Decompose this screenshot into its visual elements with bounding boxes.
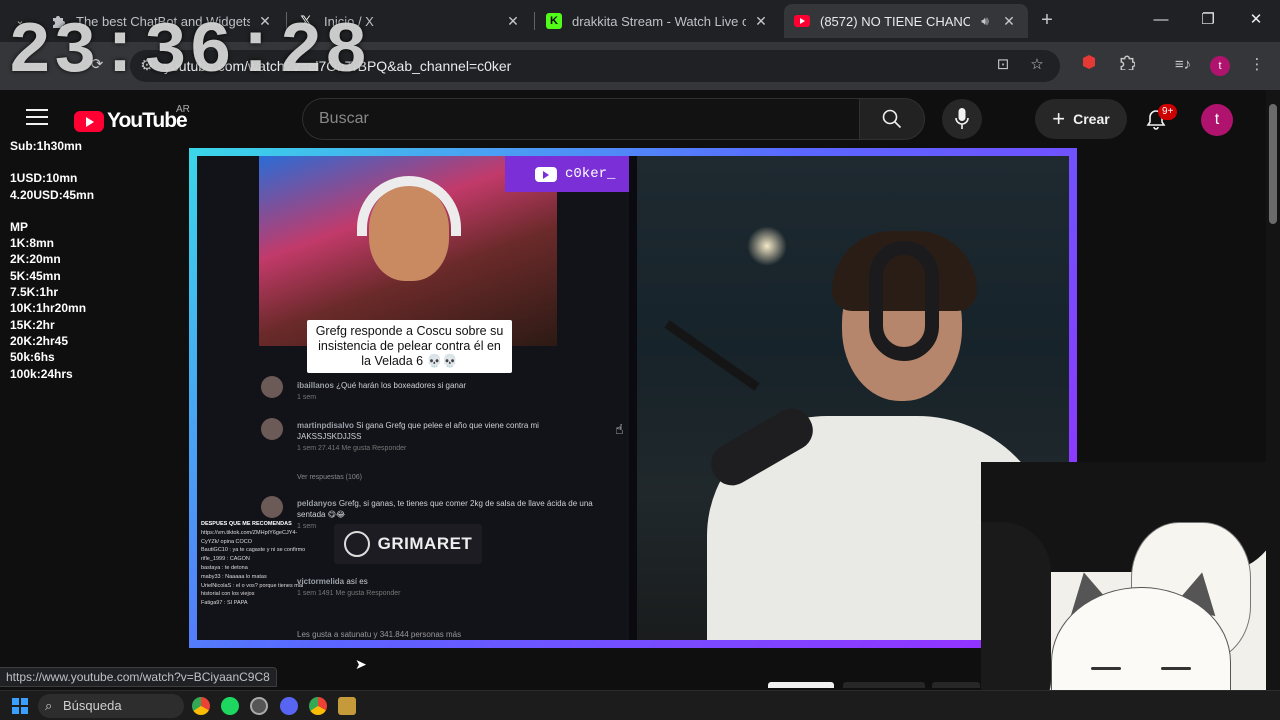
price-line: 4.20USD:45mn [10, 187, 95, 202]
chip-pill[interactable] [768, 682, 834, 688]
grimaret-emblem-icon [343, 531, 370, 557]
channel-badge: c0ker_ [505, 156, 629, 192]
status-bar-url: https://www.youtube.com/watch?v=BCiyaanC… [0, 667, 277, 687]
app-icon[interactable] [338, 697, 356, 715]
clip-caption: Grefg responde a Coscu sobre su insisten… [307, 320, 512, 373]
price-line: 10K:1hr20mn [10, 301, 87, 316]
comment: martinpdisalvo Si gana Grefg que pelee e… [297, 421, 539, 452]
stream-clock-overlay: 23:36:28 [8, 11, 370, 93]
discord-icon[interactable] [280, 697, 298, 715]
chrome-active-icon[interactable] [309, 697, 327, 715]
voice-search-button[interactable] [942, 99, 982, 139]
spotify-icon[interactable] [221, 697, 239, 715]
comment: victormelida así es 1 sem 1491 Me gusta … [297, 577, 401, 597]
youtube-account-avatar[interactable]: t [1201, 104, 1233, 136]
price-line: 20K:2hr45 [10, 333, 69, 348]
price-line: MP [10, 219, 28, 234]
tab-kick[interactable]: K drakkita Stream - Watch Live o ✕ [536, 4, 780, 38]
search-icon: ⌕ [45, 698, 53, 713]
browser-menu-icon[interactable]: ⋮ [1246, 54, 1268, 76]
comment-avatar [261, 376, 283, 398]
speaker-icon[interactable]: 🔊︎ [976, 14, 994, 29]
price-line: 15K:2hr [10, 317, 55, 332]
sponsor-logo: GRIMARET [334, 524, 482, 564]
comment-avatar [261, 418, 283, 440]
youtube-icon [535, 166, 557, 182]
extensions-puzzle-icon[interactable] [1116, 54, 1138, 76]
manga-cat-artwork [981, 462, 1280, 720]
scrollbar-thumb[interactable] [1269, 104, 1277, 224]
price-line: 1USD:10mn [10, 171, 78, 186]
windows-start-icon[interactable] [12, 698, 28, 714]
comment-avatar [261, 496, 283, 518]
install-app-icon[interactable]: ⊡ [992, 54, 1014, 76]
tab-youtube-active[interactable]: (8572) NO TIENE CHANCE 🔊︎ ✕ [784, 4, 1028, 38]
view-replies-link: Ver respuestas (106) [297, 474, 362, 481]
chip-pill[interactable] [932, 682, 980, 688]
screen: ⌄ The best ChatBot and Widgets ✕ 𝕏 Inici… [0, 0, 1280, 720]
youtube-play-icon [74, 110, 104, 132]
close-tab-icon[interactable]: ✕ [504, 13, 522, 30]
price-line: 1K:8mn [10, 236, 55, 251]
notification-count-badge: 9+ [1158, 104, 1178, 120]
search-input[interactable]: Buscar [302, 98, 860, 140]
region-code: AR [176, 104, 190, 115]
price-line: 5K:45mn [10, 268, 61, 283]
video-frame[interactable]: Grefg responde a Coscu sobre su insisten… [197, 156, 1069, 640]
microphone-icon [955, 108, 969, 129]
youtube-icon [794, 13, 810, 29]
extension-red-icon[interactable] [1078, 54, 1100, 76]
price-line: 100k:24hrs [10, 366, 73, 381]
price-line: 2K:20mn [10, 252, 61, 267]
tab-divider [534, 12, 535, 30]
close-tab-icon[interactable]: ✕ [752, 13, 770, 30]
media-controls-icon[interactable]: ≡♪ [1172, 54, 1194, 76]
minimize-icon[interactable]: — [1149, 8, 1173, 32]
arrow-cursor-icon: ➤ [355, 656, 367, 672]
app-icon[interactable] [250, 697, 268, 715]
restore-icon[interactable]: ❐ [1196, 8, 1220, 32]
chrome-icon[interactable] [192, 697, 210, 715]
hamburger-menu-icon[interactable] [26, 109, 48, 127]
comment: ibaillanos ¿Qué harán los boxeadores si … [297, 381, 466, 401]
create-button[interactable]: + Crear [1035, 99, 1127, 139]
close-window-icon[interactable]: ✕ [1244, 8, 1268, 32]
search-icon [882, 109, 902, 129]
new-tab-button[interactable]: + [1036, 10, 1058, 32]
search-button[interactable] [859, 98, 925, 140]
close-tab-icon[interactable]: ✕ [1000, 13, 1018, 30]
likes-line: Les gusta a satunatu y 341.844 personas … [297, 630, 462, 639]
bookmark-star-icon[interactable]: ☆ [1026, 54, 1048, 76]
price-line: Sub:1h30mn [10, 139, 83, 153]
taskbar-search[interactable]: ⌕ Búsqueda [38, 694, 184, 718]
subathon-price-list: Sub:1h30mn 1USD:10mn 4.20USD:45mn MP 1K:… [10, 138, 94, 382]
video-player[interactable]: Grefg responde a Coscu sobre su insisten… [189, 148, 1077, 648]
price-line: 7.5K:1hr [10, 285, 59, 300]
stream-chat-overlay: DESPUES QUE ME RECOMENDAS https://vm.tik… [201, 521, 306, 607]
youtube-header: YouTube AR Buscar + Crear t [0, 90, 1266, 148]
plus-icon: + [1052, 106, 1066, 131]
price-line: 50k:6hs [10, 350, 55, 365]
kick-icon: K [546, 13, 562, 29]
hand-cursor-icon: ☝︎ [615, 421, 624, 437]
page-scrollbar[interactable] [1266, 90, 1280, 690]
chip-pill[interactable] [843, 682, 925, 688]
tiktok-clip-panel: Grefg responde a Coscu sobre su insisten… [197, 156, 629, 640]
windows-taskbar: ⌕ Búsqueda [0, 690, 1280, 720]
youtube-logo[interactable]: YouTube [74, 109, 188, 133]
browser-profile-avatar[interactable]: t [1210, 56, 1230, 76]
